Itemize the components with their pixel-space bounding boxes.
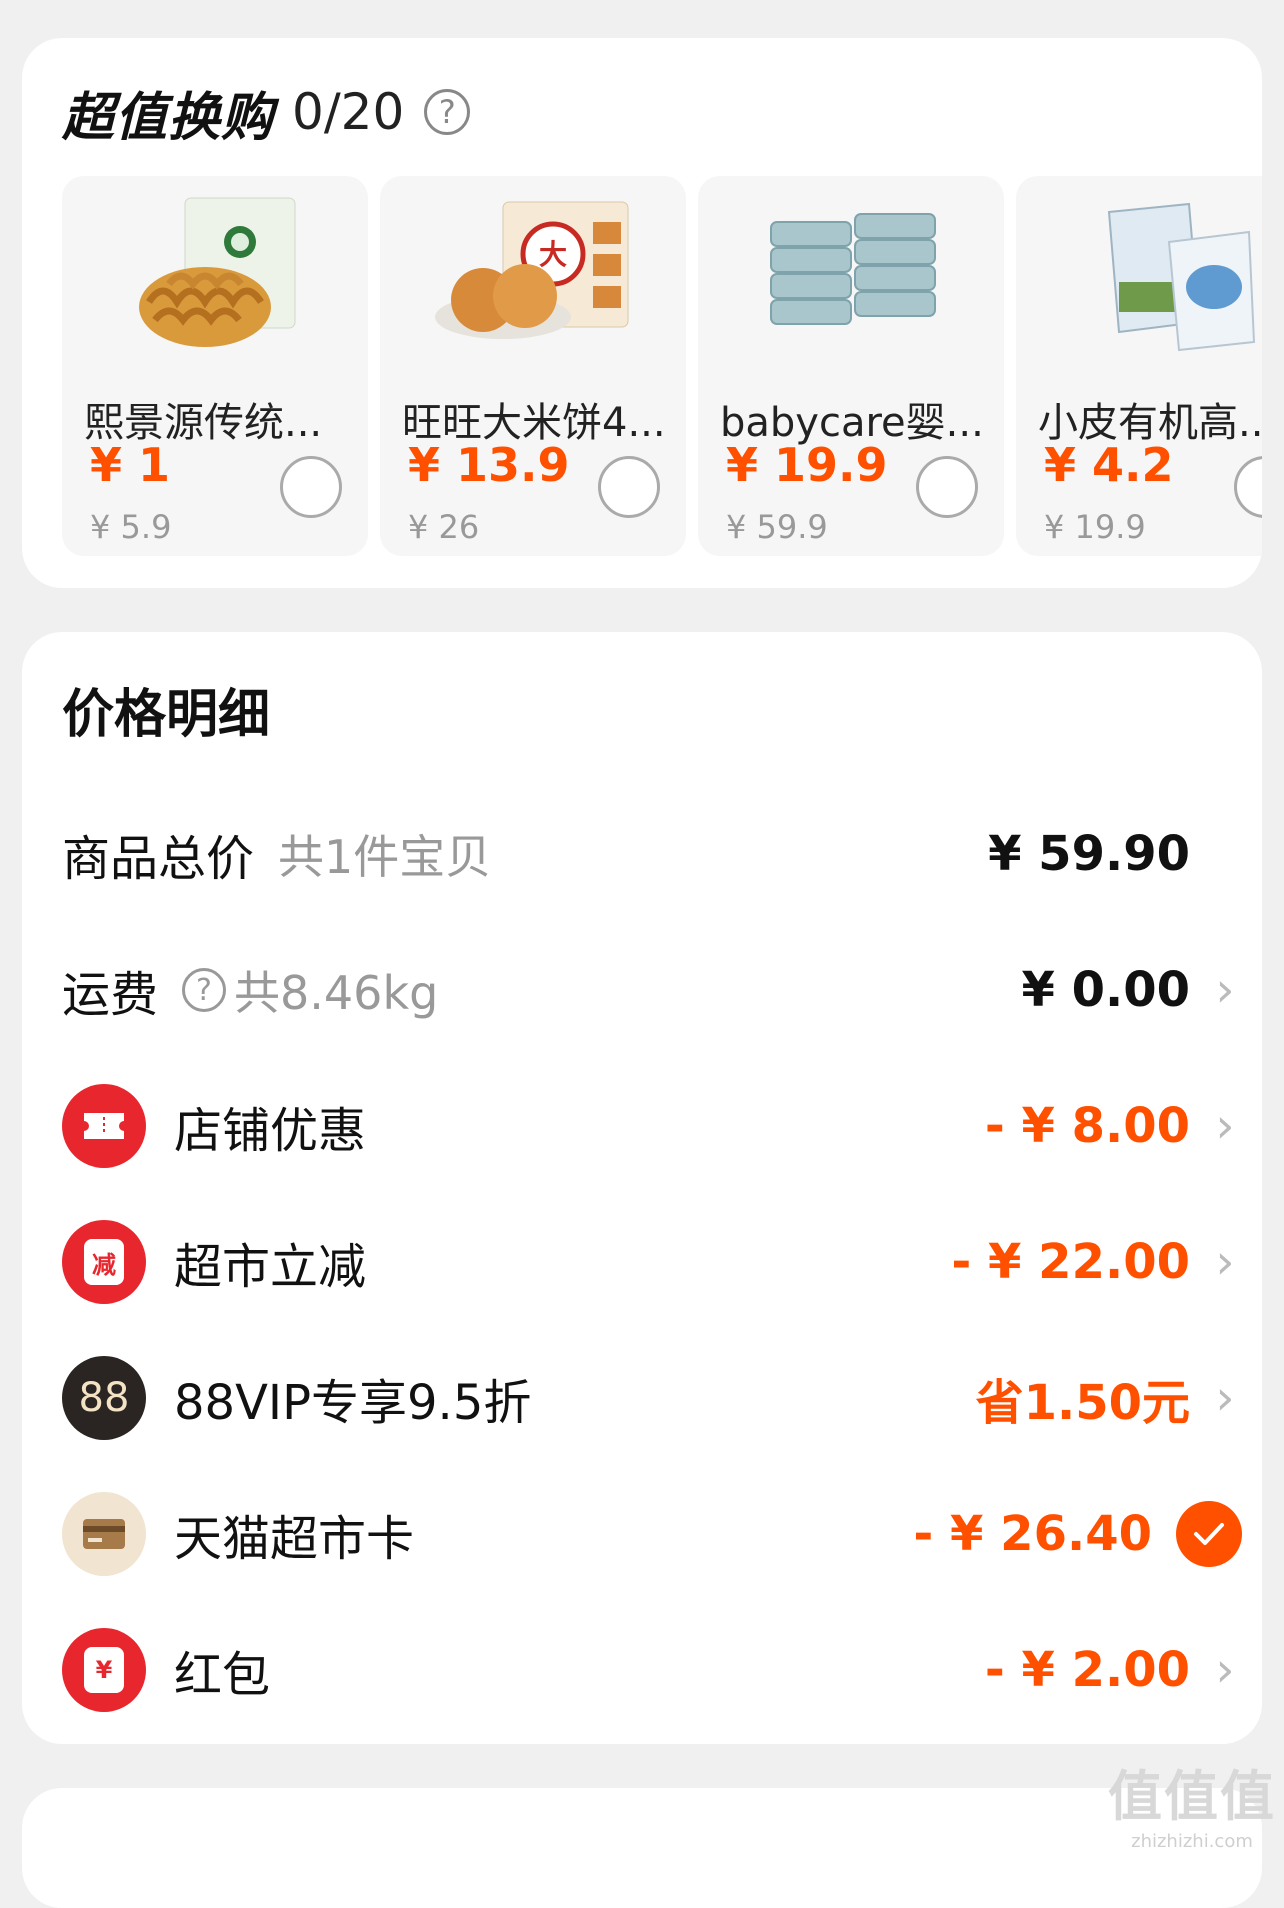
help-icon[interactable]: ? (182, 968, 227, 1012)
row-label: 88VIP专享9.5折 (174, 1375, 532, 1431)
product-card[interactable]: 熙景源传统... ¥ 1 ¥ 5.9 (62, 176, 368, 556)
red-packet-value: - ¥ 2.00 (984, 1642, 1190, 1698)
ticket-icon (62, 1084, 146, 1168)
chevron-right-icon: › (1215, 962, 1235, 1018)
row-label: 红包 (174, 1647, 271, 1703)
red-packet-icon: ¥ (62, 1628, 146, 1712)
price-detail-title: 价格明细 (62, 685, 271, 745)
product-price: ¥ 1 (90, 438, 171, 492)
exchange-card: 超值换购 0/20 ? 熙景源传统... ¥ 1 ¥ 5.9 大 旺旺大米饼4.… (22, 38, 1262, 588)
help-icon[interactable]: ? (424, 89, 471, 135)
discount-jar-label: 减 (84, 1239, 124, 1285)
next-card (22, 1788, 1262, 1908)
select-radio[interactable] (598, 456, 660, 518)
row-label: 运费 (62, 967, 159, 1023)
supermarket-discount-row[interactable]: 减 超市立减 - ¥ 22.00 › (62, 1212, 1242, 1312)
product-price: ¥ 13.9 (408, 438, 570, 492)
tmall-card-value: - ¥ 26.40 (913, 1506, 1152, 1562)
row-label: 商品总价 (62, 831, 255, 887)
discount-jar-icon: 减 (62, 1220, 146, 1304)
vip-discount-row[interactable]: 88 88VIP专享9.5折 省1.50元 › (62, 1348, 1242, 1448)
shop-discount-value: - ¥ 8.00 (984, 1098, 1190, 1154)
exchange-header: 超值换购 0/20 ? (62, 74, 471, 150)
total-price-row: 商品总价 共1件宝贝 ¥ 59.90 › (62, 804, 1242, 904)
product-card[interactable]: 小皮有机高... ¥ 4.2 ¥ 19.9 (1016, 176, 1262, 556)
product-price: ¥ 4.2 (1044, 438, 1174, 492)
chevron-right-icon: › (1215, 1370, 1235, 1426)
chevron-right-icon: › (1215, 1098, 1235, 1154)
tmall-card-row[interactable]: 天猫超市卡 - ¥ 26.40 (62, 1484, 1242, 1584)
product-list: 熙景源传统... ¥ 1 ¥ 5.9 大 旺旺大米饼4... ¥ 13.9 ¥ … (62, 176, 1262, 558)
row-label: 超市立减 (174, 1239, 367, 1295)
price-detail-card: 价格明细 商品总价 共1件宝贝 ¥ 59.90 › 运费 ? 共8.46kg ¥… (22, 632, 1262, 1744)
organic-cereal-image (1107, 202, 1256, 352)
supermarket-discount-value: - ¥ 22.00 (951, 1234, 1190, 1290)
select-radio[interactable] (280, 456, 342, 518)
product-price: ¥ 19.9 (726, 438, 888, 492)
exchange-count: 0/20 (292, 83, 405, 141)
product-original-price: ¥ 26 (408, 508, 480, 546)
select-radio[interactable] (916, 456, 978, 518)
vip88-icon: 88 (62, 1356, 146, 1440)
product-card[interactable]: 大 旺旺大米饼4... ¥ 13.9 ¥ 26 (380, 176, 686, 556)
watermark-url: zhizhizhi.com (1131, 1831, 1253, 1852)
exchange-title: 超值换购 (62, 87, 275, 148)
shop-discount-row[interactable]: 店铺优惠 - ¥ 8.00 › (62, 1076, 1242, 1176)
product-original-price: ¥ 59.9 (726, 508, 828, 546)
red-packet-row[interactable]: ¥ 红包 - ¥ 2.00 › (62, 1620, 1242, 1720)
shipping-row[interactable]: 运费 ? 共8.46kg ¥ 0.00 › (62, 940, 1242, 1040)
card-icon (62, 1492, 146, 1576)
red-packet-label: ¥ (84, 1647, 124, 1693)
shipping-weight: 共8.46kg (234, 966, 439, 1020)
svg-text:大: 大 (539, 238, 567, 271)
vip-saving-value: 省1.50元 (975, 1375, 1190, 1431)
product-card[interactable]: babycare婴... ¥ 19.9 ¥ 59.9 (698, 176, 1004, 556)
baby-wipes-image (770, 213, 936, 325)
row-label: 天猫超市卡 (174, 1511, 415, 1567)
chevron-right-icon: › (1215, 1234, 1235, 1290)
chevron-right-icon: › (1215, 1642, 1235, 1698)
watermark: 值值值 zhizhizhi.com (1108, 1752, 1276, 1852)
total-price-value: ¥ 59.90 (988, 826, 1190, 882)
rice-cracker-image: 大 (435, 201, 629, 339)
checked-icon[interactable] (1176, 1501, 1242, 1567)
shipping-value: ¥ 0.00 (1021, 962, 1190, 1018)
vip88-label: 88 (78, 1375, 130, 1421)
twisted-snack-image (139, 197, 296, 347)
product-original-price: ¥ 19.9 (1044, 508, 1146, 546)
product-original-price: ¥ 5.9 (90, 508, 172, 546)
row-label: 店铺优惠 (174, 1103, 367, 1159)
item-count: 共1件宝贝 (278, 830, 492, 884)
select-radio[interactable] (1234, 456, 1262, 518)
watermark-logo: 值值值 (1108, 1765, 1276, 1828)
